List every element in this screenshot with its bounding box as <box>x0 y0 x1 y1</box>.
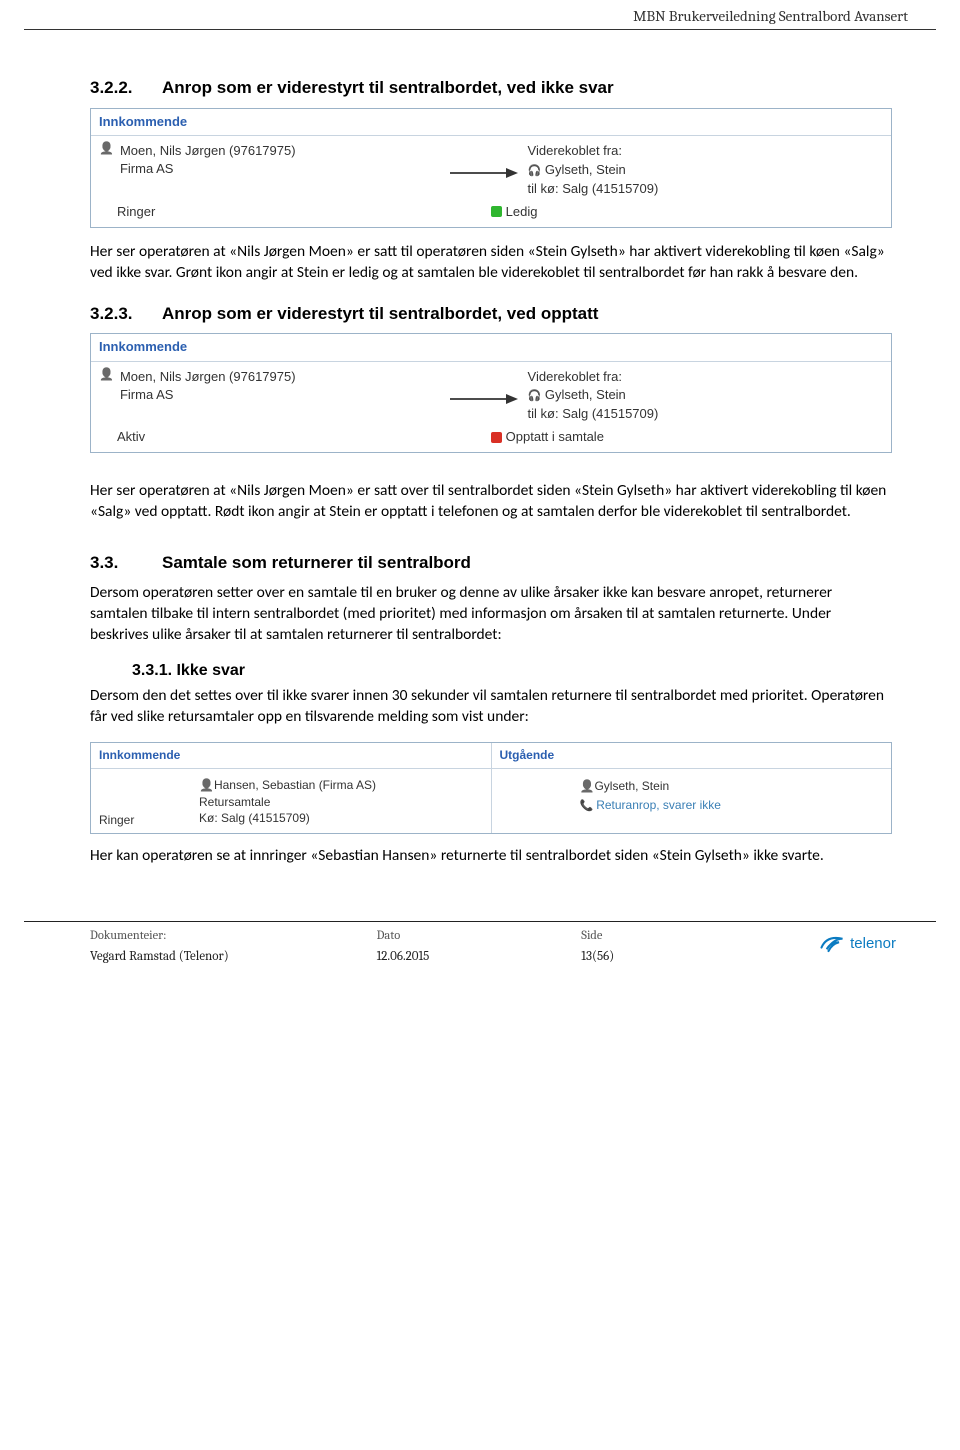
heading-text: Anrop som er viderestyrt til sentralbord… <box>162 304 598 323</box>
return-caller-name: Hansen, Sebastian (Firma AS) <box>214 778 376 792</box>
heading-3-2-2: 3.2.2.Anrop som er viderestyrt til sentr… <box>90 76 892 100</box>
paragraph-331: Dersom den det settes over til ikke svar… <box>90 686 892 728</box>
return-queue: Kø: Salg (41515709) <box>199 810 483 827</box>
footer-date-label: Dato <box>377 928 582 946</box>
header-title: MBN Brukerveiledning Sentralbord Avanser… <box>633 7 908 25</box>
person-icon <box>199 778 214 792</box>
target-status: Opptatt i samtale <box>506 428 604 446</box>
footer-date-value: 12.06.2015 <box>377 948 582 966</box>
person-icon <box>99 368 114 380</box>
paragraph-33: Dersom operatøren setter over en samtale… <box>90 583 892 646</box>
forwarded-name: Gylseth, Stein <box>545 162 626 177</box>
heading-3-3: 3.3.Samtale som returnerer til sentralbo… <box>90 551 892 575</box>
heading-text: Anrop som er viderestyrt til sentralbord… <box>162 78 614 97</box>
footer-owner-value: Vegard Ramstad (Telenor) <box>90 948 377 966</box>
status-dot-red-icon <box>491 432 502 443</box>
incoming-call-box-opptatt: Innkommende Moen, Nils Jørgen (97617975)… <box>90 333 892 453</box>
paragraph-323: Her ser operatøren at «Nils Jørgen Moen»… <box>90 481 892 523</box>
heading-text: Ikke svar <box>176 662 245 679</box>
outgoing-name: Gylseth, Stein <box>594 779 669 793</box>
return-call-box: Innkommende Hansen, Sebastian (Firma AS)… <box>90 742 892 834</box>
footer-owner-label: Dokumenteier: <box>90 928 377 946</box>
heading-3-3-1: 3.3.1. Ikke svar <box>132 660 892 682</box>
forwarded-queue: til kø: Salg (41515709) <box>528 180 883 199</box>
phone-icon <box>580 798 597 812</box>
incoming-status: Ringer <box>99 812 134 829</box>
heading-number: 3.2.2. <box>90 76 162 100</box>
person-icon <box>99 142 114 154</box>
callbox-header: Innkommende <box>91 109 891 136</box>
forwarded-from-label: Viderekoblet fra: <box>528 142 883 161</box>
callbox-header: Innkommende <box>91 334 891 361</box>
caller-org: Firma AS <box>120 386 296 404</box>
footer-page-label: Side <box>581 928 786 946</box>
forwarded-queue: til kø: Salg (41515709) <box>528 405 883 424</box>
heading-3-2-3: 3.2.3.Anrop som er viderestyrt til sentr… <box>90 302 892 326</box>
headset-icon <box>528 387 542 402</box>
paragraph-322: Her ser operatøren at «Nils Jørgen Moen»… <box>90 242 892 284</box>
telenor-logo: telenor <box>818 930 896 958</box>
person-icon <box>580 779 595 793</box>
headset-icon <box>528 162 542 177</box>
page-content: 3.2.2.Anrop som er viderestyrt til sentr… <box>0 38 960 891</box>
forward-arrow-icon <box>438 368 528 425</box>
outgoing-status: Returanrop, svarer ikke <box>596 798 721 812</box>
caller-name: Moen, Nils Jørgen (97617975) <box>120 142 296 160</box>
incoming-call-box-ledig: Innkommende Moen, Nils Jørgen (97617975)… <box>90 108 892 228</box>
telenor-logo-text: telenor <box>850 933 896 954</box>
heading-number: 3.2.3. <box>90 302 162 326</box>
return-label: Retursamtale <box>199 794 483 811</box>
page-header: MBN Brukerveiledning Sentralbord Avanser… <box>24 0 936 30</box>
heading-number: 3.3.1. <box>132 662 172 679</box>
caller-org: Firma AS <box>120 160 296 178</box>
caller-status: Aktiv <box>99 428 491 446</box>
heading-text: Samtale som returnerer til sentralbord <box>162 553 471 572</box>
status-dot-green-icon <box>491 206 502 217</box>
heading-number: 3.3. <box>90 551 162 575</box>
target-status: Ledig <box>506 203 538 221</box>
footer-page-value: 13(56) <box>581 948 786 966</box>
forward-arrow-icon <box>438 142 528 199</box>
outgoing-header: Utgående <box>492 743 892 769</box>
forwarded-name: Gylseth, Stein <box>545 387 626 402</box>
caller-name: Moen, Nils Jørgen (97617975) <box>120 368 296 386</box>
caller-status: Ringer <box>99 203 491 221</box>
paragraph-331b: Her kan operatøren se at innringer «Seba… <box>90 846 892 867</box>
forwarded-from-label: Viderekoblet fra: <box>528 368 883 387</box>
page-footer: Dokumenteier: Vegard Ramstad (Telenor) D… <box>24 921 936 984</box>
incoming-header: Innkommende <box>91 743 491 769</box>
